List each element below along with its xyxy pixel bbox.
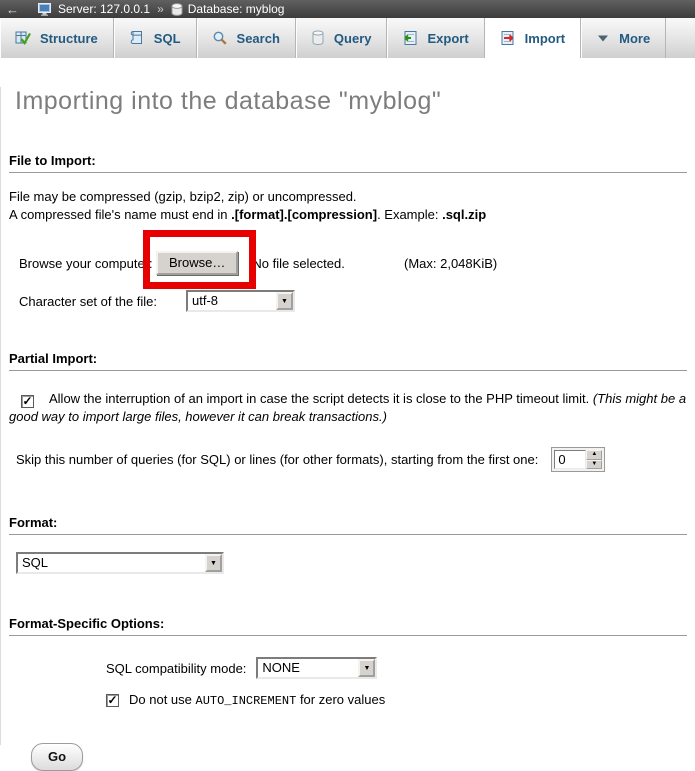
line2-prefix: A compressed file's name must end in: [9, 207, 231, 222]
sql-icon: [129, 30, 145, 46]
skip-queries-stepper: 0 ▲ ▼: [551, 447, 605, 472]
tab-more[interactable]: More: [581, 18, 666, 58]
line2-mid: . Example:: [377, 207, 442, 222]
skip-queries-input[interactable]: 0: [554, 450, 586, 469]
tab-import[interactable]: Import: [485, 18, 581, 58]
auto-increment-checkbox[interactable]: ✓: [106, 694, 119, 707]
allow-interruption-row: ✓ Allow the interruption of an import in …: [9, 390, 687, 425]
charset-select-value: utf-8: [188, 292, 276, 310]
autoinc-prefix: Do not use: [129, 692, 196, 707]
format-select-value: SQL: [18, 554, 205, 572]
skip-queries-row: Skip this number of queries (for SQL) or…: [9, 447, 687, 472]
tab-search[interactable]: Search: [197, 18, 296, 58]
autoinc-suffix: for zero values: [296, 692, 385, 707]
section-heading-format-specific-options: Format-Specific Options:: [9, 616, 687, 636]
tab-label: Query: [334, 31, 372, 46]
compression-line1: File may be compressed (gzip, bzip2, zip…: [9, 188, 687, 206]
section-heading-format: Format:: [9, 515, 687, 535]
sql-compatibility-select[interactable]: NONE ▼: [256, 657, 377, 679]
browse-button[interactable]: Browse…: [156, 251, 238, 275]
section-heading-file-to-import: File to Import:: [9, 153, 687, 173]
format-specific-block: SQL compatibility mode: NONE ▼ ✓ Do not …: [106, 657, 687, 708]
tab-label: Search: [237, 31, 280, 46]
structure-icon: [15, 30, 31, 46]
tab-label: More: [619, 31, 650, 46]
back-arrow-icon[interactable]: ←: [6, 2, 19, 17]
tab-label: Structure: [40, 31, 98, 46]
tabbar-filler: [666, 18, 695, 58]
breadcrumb-server[interactable]: Server: 127.0.0.1: [58, 2, 150, 16]
compression-line2: A compressed file's name must end in .[f…: [9, 206, 687, 224]
dropdown-arrow-icon[interactable]: ▼: [358, 659, 375, 677]
go-button[interactable]: Go: [31, 743, 83, 771]
tab-export[interactable]: Export: [387, 18, 484, 58]
format-select[interactable]: SQL ▼: [16, 552, 224, 574]
export-icon: [402, 30, 418, 46]
no-file-text: No file selected.: [252, 256, 345, 271]
line2-example: .sql.zip: [442, 207, 486, 222]
allow-interruption-checkbox[interactable]: ✓: [21, 395, 34, 408]
tab-label: Export: [427, 31, 468, 46]
search-icon: [212, 30, 228, 46]
charset-select[interactable]: utf-8 ▼: [186, 290, 295, 312]
stepper-down-icon[interactable]: ▼: [586, 460, 602, 470]
allow-interruption-label: Allow the interruption of an import in c…: [49, 391, 593, 406]
line2-format-pattern: .[format].[compression]: [231, 207, 377, 222]
sql-compatibility-label: SQL compatibility mode:: [106, 661, 246, 676]
dropdown-arrow-icon[interactable]: ▼: [205, 554, 222, 572]
breadcrumb-bar: ← Server: 127.0.0.1 » Database: myblog: [0, 0, 695, 18]
compression-info: File may be compressed (gzip, bzip2, zip…: [9, 188, 687, 224]
auto-increment-label: Do not use AUTO_INCREMENT for zero value…: [129, 692, 385, 708]
autoinc-code: AUTO_INCREMENT: [196, 694, 297, 708]
section-heading-partial-import: Partial Import:: [9, 351, 687, 371]
breadcrumb-separator: »: [157, 2, 164, 16]
server-icon: [38, 3, 53, 16]
browse-row: Browse your computer: Browse… No file se…: [9, 251, 687, 275]
breadcrumb-database[interactable]: Database: myblog: [188, 2, 285, 16]
auto-increment-row: ✓ Do not use AUTO_INCREMENT for zero val…: [106, 692, 687, 708]
max-size-text: (Max: 2,048KiB): [404, 256, 497, 271]
import-icon: [500, 30, 516, 46]
tab-bar: Structure SQL Search Query: [0, 18, 695, 58]
tab-label: Import: [525, 31, 565, 46]
tab-sql[interactable]: SQL: [114, 18, 197, 58]
tab-structure[interactable]: Structure: [0, 18, 114, 58]
skip-queries-label: Skip this number of queries (for SQL) or…: [9, 452, 538, 467]
import-page: Importing into the database "myblog" Fil…: [0, 87, 695, 745]
page-title: Importing into the database "myblog": [15, 87, 687, 116]
chevron-down-icon: [596, 34, 610, 43]
stepper-up-icon[interactable]: ▲: [586, 450, 602, 460]
browse-wrap: Browse…: [156, 251, 238, 275]
dropdown-arrow-icon[interactable]: ▼: [276, 292, 293, 310]
charset-label: Character set of the file:: [9, 294, 186, 309]
tab-query[interactable]: Query: [296, 18, 388, 58]
browse-label: Browse your computer:: [9, 256, 156, 271]
tab-label: SQL: [154, 31, 181, 46]
sql-compatibility-value: NONE: [258, 659, 358, 677]
sql-compatibility-row: SQL compatibility mode: NONE ▼: [106, 657, 687, 679]
charset-row: Character set of the file: utf-8 ▼: [9, 290, 687, 312]
query-icon: [311, 30, 325, 46]
database-icon: [171, 3, 183, 16]
